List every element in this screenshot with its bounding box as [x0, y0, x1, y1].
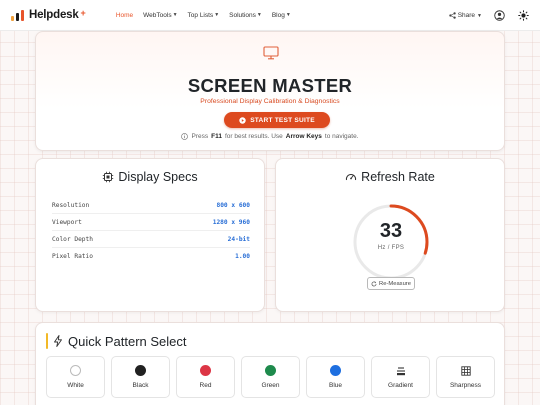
spec-row-resolution: Resolution 800 x 600 [52, 197, 250, 214]
circle-icon [265, 365, 276, 376]
spec-row-viewport: Viewport 1280 x 960 [52, 214, 250, 231]
spec-list: Resolution 800 x 600 Viewport 1280 x 960… [52, 197, 250, 265]
refresh-rate-card: Refresh Rate 33 Hz / FPS Re-Measure [275, 158, 505, 312]
pattern-red-button[interactable]: Red [176, 356, 235, 398]
pattern-select-title: Quick Pattern Select [68, 333, 187, 349]
spec-row-color-depth: Color Depth 24-bit [52, 231, 250, 248]
pattern-white-button[interactable]: White [46, 356, 105, 398]
nav-solutions[interactable]: Solutions ▼ [229, 12, 262, 19]
start-test-suite-button[interactable]: START TEST SUITE [224, 112, 330, 128]
page-title: SCREEN MASTER [187, 75, 353, 96]
pattern-gradient-button[interactable]: Gradient [371, 356, 430, 398]
brand-logo-link[interactable]: Helpdesk + [10, 8, 86, 22]
caret-down-icon: ▼ [477, 12, 482, 19]
grid-icon [460, 365, 471, 376]
refresh-icon [371, 280, 377, 286]
circle-icon [70, 365, 81, 376]
caret-down-icon: ▼ [285, 12, 291, 18]
caret-down-icon: ▼ [256, 12, 262, 18]
play-circle-icon [239, 116, 246, 124]
top-navbar: Helpdesk + Home WebTools ▼ Top Lists ▼ Sol… [0, 0, 540, 31]
refresh-rate-header: Refresh Rate [276, 170, 504, 184]
pattern-green-button[interactable]: Green [241, 356, 300, 398]
brand-name: Helpdesk [29, 9, 79, 21]
pattern-select-card: Quick Pattern Select White Black Red Gre… [35, 322, 505, 405]
user-account-button[interactable] [492, 9, 506, 23]
info-icon [181, 133, 189, 140]
nav-home[interactable]: Home [116, 12, 133, 19]
speedometer-icon [346, 173, 357, 181]
pattern-select-header: Quick Pattern Select [46, 333, 187, 349]
display-specs-card: Display Specs Resolution 800 x 600 Viewp… [35, 158, 265, 312]
monitor-icon [263, 46, 279, 60]
display-specs-header: Display Specs [36, 170, 264, 184]
cpu-icon [103, 171, 114, 183]
keyboard-hint: Press F11 for best results. Use Arrow Ke… [36, 133, 504, 140]
pattern-blue-button[interactable]: Blue [306, 356, 365, 398]
sun-icon [517, 10, 529, 21]
display-specs-title: Display Specs [118, 170, 198, 184]
brand-plus: + [80, 7, 86, 18]
pattern-sharpness-button[interactable]: Sharpness [436, 356, 495, 398]
brand-bars-icon [10, 8, 26, 22]
caret-down-icon: ▼ [214, 12, 220, 18]
theme-toggle-button[interactable] [516, 9, 530, 23]
nav-webtools[interactable]: WebTools ▼ [143, 12, 177, 19]
circle-icon [200, 365, 211, 376]
caret-down-icon: ▼ [172, 12, 178, 18]
pattern-buttons: White Black Red Green Blue Gradient Shar… [46, 356, 495, 398]
spec-row-pixel-ratio: Pixel Ratio 1.00 [52, 253, 250, 260]
refresh-rate-title: Refresh Rate [361, 170, 435, 184]
refresh-gauge: 33 Hz / FPS [352, 203, 430, 281]
fps-value: 33 [379, 220, 403, 242]
gradient-icon [396, 366, 405, 375]
circle-icon [330, 365, 341, 376]
pattern-black-button[interactable]: Black [111, 356, 170, 398]
circle-icon [135, 365, 146, 376]
fps-unit: Hz / FPS [377, 245, 405, 251]
lightning-icon [54, 335, 62, 347]
share-button[interactable]: Share ▼ [448, 12, 482, 19]
accent-bar [46, 333, 48, 349]
user-circle-icon [493, 10, 505, 21]
nav-right: Share ▼ [448, 0, 530, 31]
re-measure-button[interactable]: Re-Measure [367, 277, 415, 290]
page-subtitle: Professional Display Calibration & Diagn… [200, 98, 340, 105]
nav-blog[interactable]: Blog ▼ [272, 12, 291, 19]
hero-section: SCREEN MASTER Professional Display Calib… [35, 31, 505, 151]
main-nav: Home WebTools ▼ Top Lists ▼ Solutions ▼ Blo… [116, 12, 291, 19]
share-icon [448, 12, 456, 19]
nav-top-lists[interactable]: Top Lists ▼ [188, 12, 220, 19]
